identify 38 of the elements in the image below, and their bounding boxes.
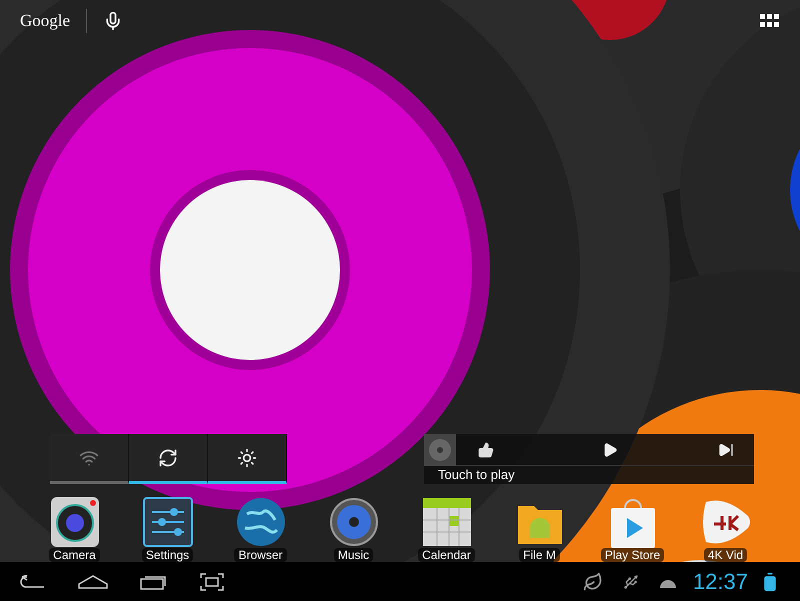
quick-toggle[interactable] xyxy=(208,434,287,484)
app-shortcut[interactable]: Calendar xyxy=(400,496,493,562)
play-icon[interactable] xyxy=(602,442,618,458)
app-shortcut[interactable]: Music xyxy=(307,496,400,562)
app-label: Browser xyxy=(234,548,286,562)
app-label: Music xyxy=(334,548,374,562)
app-shortcut[interactable]: Settings xyxy=(121,496,214,562)
app-label: Camera xyxy=(49,548,100,562)
app-label: Calendar xyxy=(418,548,475,562)
app-label: Play Store xyxy=(600,548,664,562)
screenshot-icon[interactable] xyxy=(200,572,224,590)
clock: 12:37 xyxy=(692,568,748,596)
app-label: File M xyxy=(519,548,560,562)
quick-toggle[interactable] xyxy=(129,434,208,484)
app-shortcut[interactable]: File M xyxy=(493,496,586,562)
leaf-icon xyxy=(582,572,603,592)
home-icon[interactable] xyxy=(78,574,108,588)
app-grid-icon[interactable] xyxy=(760,14,780,28)
sliders-icon xyxy=(142,496,194,548)
sync-icon xyxy=(158,448,178,468)
camera-lens-icon xyxy=(48,495,100,549)
google-logo[interactable]: Google xyxy=(20,8,70,34)
app-shortcut[interactable]: 4K Vid xyxy=(679,496,772,562)
calendar-icon xyxy=(420,496,472,548)
app-shortcut[interactable]: Play Store xyxy=(586,496,679,562)
thumbs-up-icon[interactable] xyxy=(478,442,494,458)
skip-forward-icon[interactable] xyxy=(718,442,734,458)
recent-apps-icon[interactable] xyxy=(140,574,168,590)
quick-toggle[interactable] xyxy=(50,434,129,484)
speaker-icon xyxy=(328,496,380,548)
app-label: 4K Vid xyxy=(704,548,748,562)
app-shortcut[interactable]: Browser xyxy=(214,496,307,562)
back-icon[interactable] xyxy=(20,574,46,588)
usb-icon xyxy=(622,574,639,590)
brightness-icon xyxy=(237,448,257,468)
playback-status[interactable]: Touch to play xyxy=(424,466,754,483)
app-shortcut[interactable]: Camera xyxy=(28,496,121,562)
app-label: Settings xyxy=(142,548,194,562)
